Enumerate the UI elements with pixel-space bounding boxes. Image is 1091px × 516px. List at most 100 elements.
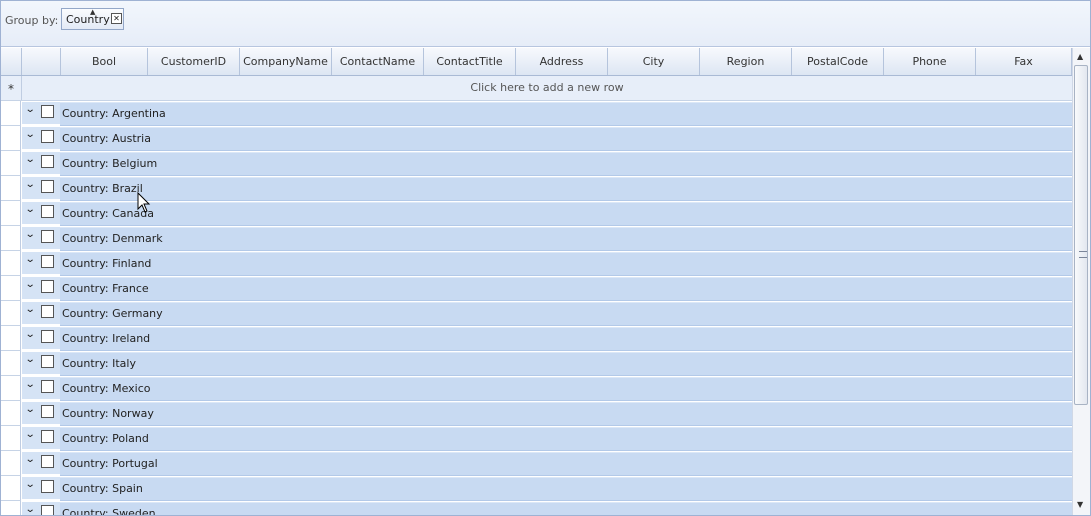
group-checkbox[interactable] [41, 430, 54, 443]
row-indicator[interactable] [1, 351, 21, 376]
column-header-customerid[interactable]: CustomerID [148, 48, 240, 75]
row-indicator[interactable] [1, 301, 21, 326]
row-indicator[interactable] [1, 276, 21, 301]
group-row[interactable]: ⌄ Country: Poland [1, 426, 1072, 451]
group-row[interactable]: ⌄ Country: Brazil [1, 176, 1072, 201]
group-checkbox[interactable] [41, 155, 54, 168]
group-checkbox[interactable] [41, 130, 54, 143]
group-row[interactable]: ⌄ Country: Germany [1, 301, 1072, 326]
group-checkbox[interactable] [41, 280, 54, 293]
row-indicator[interactable] [1, 326, 21, 351]
column-header-contactname[interactable]: ContactName [332, 48, 424, 75]
chevron-down-icon[interactable]: ⌄ [25, 404, 36, 415]
chevron-down-icon[interactable]: ⌄ [25, 379, 36, 390]
scrollbar-thumb[interactable] [1074, 65, 1088, 405]
group-label: Country: Belgium [62, 157, 158, 170]
group-checkbox[interactable] [41, 505, 54, 515]
column-header-address[interactable]: Address [516, 48, 608, 75]
vertical-scrollbar[interactable]: ▲ ▼ [1072, 48, 1090, 515]
group-label: Country: Sweden [62, 507, 156, 515]
group-row[interactable]: ⌄ Country: Norway [1, 401, 1072, 426]
chevron-down-icon[interactable]: ⌄ [25, 154, 36, 165]
chevron-down-icon[interactable]: ⌄ [25, 254, 36, 265]
chevron-down-icon[interactable]: ⌄ [25, 354, 36, 365]
group-checkbox[interactable] [41, 455, 54, 468]
column-header-region[interactable]: Region [700, 48, 792, 75]
column-header-fax[interactable]: Fax [976, 48, 1072, 75]
group-checkbox[interactable] [41, 230, 54, 243]
group-checkbox[interactable] [41, 480, 54, 493]
group-row[interactable]: ⌄ Country: Austria [1, 126, 1072, 151]
group-checkbox[interactable] [41, 180, 54, 193]
row-indicator[interactable] [1, 126, 21, 151]
column-header-phone[interactable]: Phone [884, 48, 976, 75]
group-label: Country: Austria [62, 132, 151, 145]
column-header-contacttitle[interactable]: ContactTitle [424, 48, 516, 75]
group-row[interactable]: ⌄ Country: France [1, 276, 1072, 301]
chevron-down-icon[interactable]: ⌄ [25, 329, 36, 340]
row-indicator[interactable] [1, 376, 21, 401]
group-band-fill [60, 127, 1072, 151]
chevron-down-icon[interactable]: ⌄ [25, 279, 36, 290]
group-checkbox[interactable] [41, 405, 54, 418]
group-checkbox[interactable] [41, 380, 54, 393]
group-row[interactable]: ⌄ Country: Portugal [1, 451, 1072, 476]
row-indicator[interactable] [1, 426, 21, 451]
column-header-companyname[interactable]: CompanyName [240, 48, 332, 75]
group-row[interactable]: ⌄ Country: Spain [1, 476, 1072, 501]
row-indicator[interactable] [1, 201, 21, 226]
group-checkbox[interactable] [41, 205, 54, 218]
group-label: Country: Finland [62, 257, 152, 270]
group-row[interactable]: ⌄ Country: Belgium [1, 151, 1072, 176]
group-label: Country: Italy [62, 357, 136, 370]
scroll-up-icon[interactable]: ▲ [1077, 52, 1083, 61]
group-band-fill [60, 252, 1072, 276]
group-row[interactable]: ⌄ Country: Sweden [1, 501, 1072, 515]
chevron-down-icon[interactable]: ⌄ [25, 179, 36, 190]
group-checkbox[interactable] [41, 255, 54, 268]
column-header-city[interactable]: City [608, 48, 700, 75]
chevron-down-icon[interactable]: ⌄ [25, 129, 36, 140]
chevron-down-icon[interactable]: ⌄ [25, 104, 36, 115]
group-chip-country[interactable]: Country ▲ ✕ [61, 8, 124, 30]
row-indicator[interactable] [1, 101, 21, 126]
row-indicator[interactable] [1, 401, 21, 426]
chevron-down-icon[interactable]: ⌄ [25, 204, 36, 215]
column-header-row: Bool CustomerID CompanyName ContactName … [1, 48, 1072, 76]
group-band-fill [60, 227, 1072, 251]
group-row[interactable]: ⌄ Country: Mexico [1, 376, 1072, 401]
chevron-down-icon[interactable]: ⌄ [25, 429, 36, 440]
chevron-down-icon[interactable]: ⌄ [25, 454, 36, 465]
group-checkbox[interactable] [41, 105, 54, 118]
group-row[interactable]: ⌄ Country: Canada [1, 201, 1072, 226]
group-band-fill [60, 352, 1072, 376]
group-row[interactable]: ⌄ Country: Finland [1, 251, 1072, 276]
column-header-postalcode[interactable]: PostalCode [792, 48, 884, 75]
row-indicator[interactable] [1, 451, 21, 476]
group-row[interactable]: ⌄ Country: Italy [1, 351, 1072, 376]
column-header-bool[interactable]: Bool [61, 48, 148, 75]
group-checkbox[interactable] [41, 330, 54, 343]
add-new-row-label[interactable]: Click here to add a new row [22, 81, 1072, 94]
row-indicator[interactable] [1, 476, 21, 501]
group-row[interactable]: ⌄ Country: Ireland [1, 326, 1072, 351]
group-checkbox[interactable] [41, 305, 54, 318]
group-checkbox[interactable] [41, 355, 54, 368]
group-row[interactable]: ⌄ Country: Denmark [1, 226, 1072, 251]
chevron-down-icon[interactable]: ⌄ [25, 229, 36, 240]
chevron-down-icon[interactable]: ⌄ [25, 479, 36, 490]
group-band [22, 401, 1072, 426]
group-band [22, 476, 1072, 501]
row-indicator[interactable] [1, 226, 21, 251]
group-row[interactable]: ⌄ Country: Argentina [1, 101, 1072, 126]
row-indicator[interactable] [1, 176, 21, 201]
row-indicator[interactable] [1, 151, 21, 176]
group-band [22, 301, 1072, 326]
scroll-down-icon[interactable]: ▼ [1077, 500, 1083, 509]
add-new-row[interactable]: * Click here to add a new row [1, 76, 1072, 101]
row-indicator[interactable] [1, 251, 21, 276]
row-indicator[interactable] [1, 501, 21, 515]
chevron-down-icon[interactable]: ⌄ [25, 304, 36, 315]
chevron-down-icon[interactable]: ⌄ [25, 504, 36, 515]
close-icon[interactable]: ✕ [111, 13, 122, 24]
